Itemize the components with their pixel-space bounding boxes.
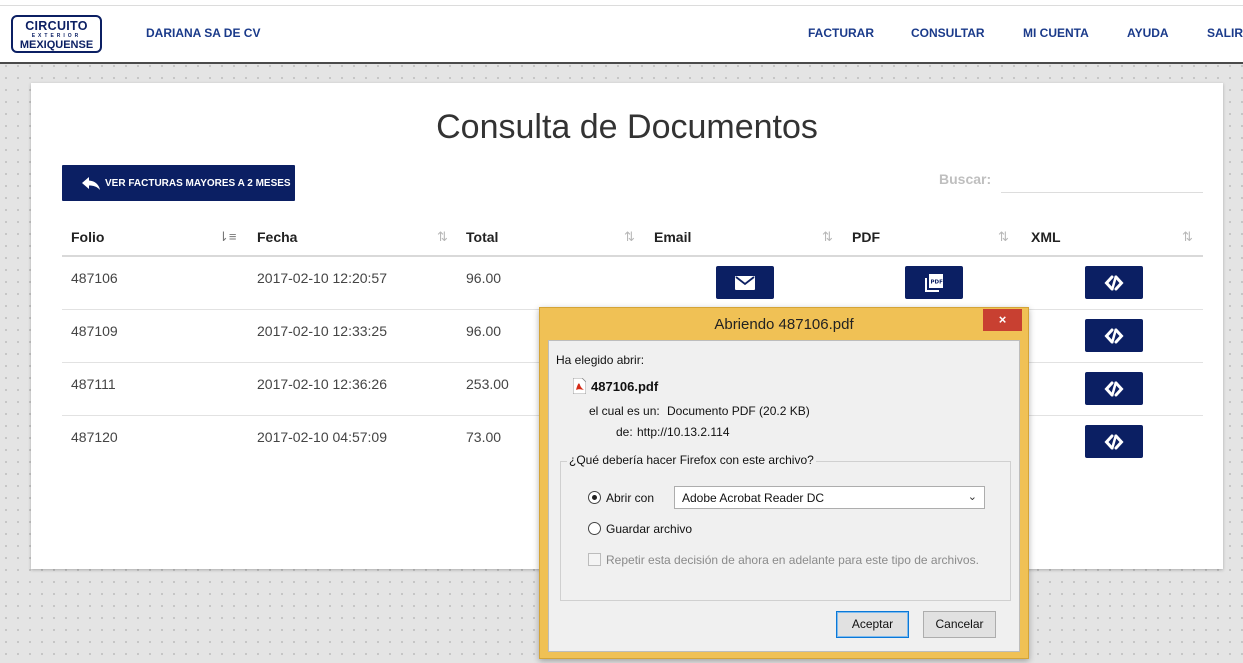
email-button[interactable] — [716, 266, 774, 299]
file-name: 487106.pdf — [591, 379, 659, 394]
col-fecha[interactable]: Fecha — [257, 229, 297, 245]
folio-cell: 487109 — [71, 323, 118, 339]
company-name: DARIANA SA DE CV — [146, 26, 261, 40]
sort-icon[interactable]: ⇅ — [624, 229, 635, 245]
top-navbar: CIRCUITO EXTERIOR MEXIQUENSE DARIANA SA … — [0, 0, 1243, 64]
download-dialog: Abriendo 487106.pdf × Ha elegido abrir: … — [539, 307, 1029, 659]
logo-line1: CIRCUITO — [25, 19, 88, 33]
xml-button[interactable] — [1085, 425, 1143, 458]
cancel-button[interactable]: Cancelar — [923, 611, 996, 638]
dialog-title: Abriendo 487106.pdf — [714, 316, 854, 333]
fecha-cell: 2017-02-10 12:33:25 — [257, 323, 387, 339]
circuito-logo[interactable]: CIRCUITO EXTERIOR MEXIQUENSE — [11, 15, 102, 53]
fecha-cell: 2017-02-10 12:20:57 — [257, 270, 387, 286]
total-cell: 73.00 — [466, 429, 502, 445]
top-strip — [0, 0, 1243, 6]
col-folio[interactable]: Folio — [71, 229, 104, 245]
older-invoices-button[interactable]: VER FACTURAS MAYORES A 2 MESES — [62, 165, 295, 201]
folio-cell: 487120 — [71, 429, 118, 445]
col-pdf[interactable]: PDF — [852, 229, 880, 245]
dialog-body: Ha elegido abrir: 487106.pdf el cual es … — [548, 340, 1020, 652]
col-total[interactable]: Total — [466, 229, 498, 245]
remember-label: Repetir esta decisión de ahora en adelan… — [606, 553, 979, 567]
xml-button[interactable] — [1085, 266, 1143, 299]
from-value: http://10.13.2.114 — [637, 425, 730, 439]
accept-button[interactable]: Aceptar — [836, 611, 909, 638]
action-group: ¿Qué debería hacer Firefox con este arch… — [560, 453, 1011, 601]
chosen-label: Ha elegido abrir: — [556, 353, 645, 367]
table-header: Folio ⇂≡ Fecha ⇅ Total ⇅ Email ⇅ PDF ⇅ X… — [62, 220, 1203, 257]
type-label: el cual es un: — [589, 404, 660, 418]
total-cell: 96.00 — [466, 270, 502, 286]
from-label: de: — [616, 425, 633, 439]
nav-ayuda[interactable]: AYUDA — [1127, 26, 1169, 40]
pdf-file-icon: PDF — [925, 273, 944, 292]
action-question: ¿Qué debería hacer Firefox con este arch… — [567, 453, 816, 467]
fecha-cell: 2017-02-10 04:57:09 — [257, 429, 387, 445]
sort-icon[interactable]: ⇅ — [998, 229, 1009, 245]
xml-button[interactable] — [1085, 319, 1143, 352]
chevron-down-icon: ⌄ — [967, 491, 977, 503]
total-cell: 253.00 — [466, 376, 509, 392]
folio-cell: 487106 — [71, 270, 118, 286]
pdf-button[interactable]: PDF — [905, 266, 963, 299]
nav-facturar[interactable]: FACTURAR — [808, 26, 874, 40]
older-invoices-label: VER FACTURAS MAYORES A 2 MESES — [105, 177, 291, 189]
sort-asc-icon[interactable]: ⇂≡ — [218, 229, 236, 245]
total-cell: 96.00 — [466, 323, 502, 339]
code-link-icon — [1104, 328, 1124, 343]
reply-arrow-icon — [82, 176, 100, 190]
application-value: Adobe Acrobat Reader DC — [682, 491, 825, 505]
nav-consultar[interactable]: CONSULTAR — [911, 26, 985, 40]
code-link-icon — [1104, 434, 1124, 449]
sort-icon[interactable]: ⇅ — [1182, 229, 1193, 245]
fecha-cell: 2017-02-10 12:36:26 — [257, 376, 387, 392]
code-link-icon — [1104, 381, 1124, 396]
remember-checkbox[interactable] — [588, 553, 601, 566]
type-value: Documento PDF (20.2 KB) — [667, 404, 810, 418]
col-email[interactable]: Email — [654, 229, 691, 245]
save-file-radio[interactable] — [588, 522, 601, 535]
page-title: Consulta de Documentos — [436, 108, 818, 146]
close-button[interactable]: × — [983, 309, 1022, 331]
open-with-label[interactable]: Abrir con — [606, 491, 654, 505]
col-xml[interactable]: XML — [1031, 229, 1061, 245]
xml-button[interactable] — [1085, 372, 1143, 405]
nav-salir[interactable]: SALIR — [1207, 26, 1243, 40]
code-link-icon — [1104, 275, 1124, 290]
search-input[interactable] — [1001, 165, 1203, 193]
application-select[interactable]: Adobe Acrobat Reader DC ⌄ — [674, 486, 985, 509]
open-with-radio[interactable] — [588, 491, 601, 504]
folio-cell: 487111 — [71, 376, 116, 392]
logo-line2: EXTERIOR — [31, 32, 82, 39]
pdf-file-icon — [573, 378, 586, 394]
search-label: Buscar: — [939, 171, 992, 187]
logo-line3: MEXIQUENSE — [19, 38, 94, 51]
save-file-label[interactable]: Guardar archivo — [606, 522, 692, 536]
envelope-icon — [735, 275, 755, 290]
table-row: 487106 2017-02-10 12:20:57 96.00 PDF — [62, 257, 1203, 310]
sort-icon[interactable]: ⇅ — [437, 229, 448, 245]
nav-mi-cuenta[interactable]: MI CUENTA — [1023, 26, 1089, 40]
sort-icon[interactable]: ⇅ — [822, 229, 833, 245]
svg-text:PDF: PDF — [931, 279, 944, 285]
